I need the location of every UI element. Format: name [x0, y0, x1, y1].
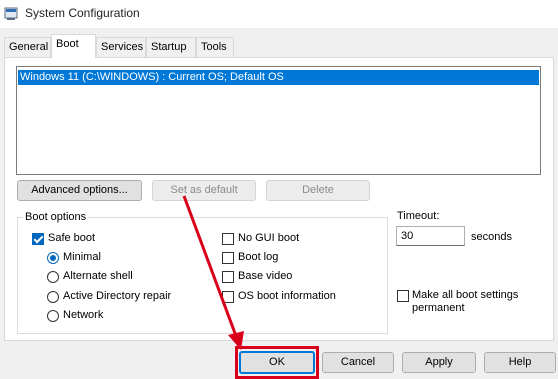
boot-log-label: Boot log	[238, 251, 279, 263]
make-permanent-label-line1: Make all boot settings	[412, 289, 519, 301]
help-button[interactable]: Help	[484, 352, 556, 373]
alternate-shell-radio[interactable]	[47, 271, 59, 283]
minimal-radio[interactable]	[47, 252, 59, 264]
no-gui-boot-checkbox[interactable]	[222, 233, 234, 245]
safe-boot-label: Safe boot	[48, 232, 96, 244]
timeout-input[interactable]: 30	[396, 226, 465, 246]
msconfig-icon	[4, 7, 18, 20]
tab-services[interactable]: Services	[96, 37, 146, 57]
tab-general[interactable]: General	[4, 37, 51, 57]
os-boot-information-checkbox[interactable]	[222, 291, 234, 303]
make-permanent-checkbox[interactable]	[397, 290, 409, 302]
make-permanent-label-line2: permanent	[412, 302, 465, 314]
alternate-shell-label: Alternate shell	[63, 270, 133, 282]
active-directory-repair-label: Active Directory repair	[63, 290, 172, 302]
annotation-highlight-box	[235, 346, 319, 379]
timeout-unit-label: seconds	[471, 231, 512, 243]
os-list-item[interactable]: Windows 11 (C:\WINDOWS) : Current OS; De…	[18, 70, 539, 85]
safe-boot-checkbox[interactable]	[32, 233, 44, 245]
tab-boot[interactable]: Boot	[51, 34, 96, 58]
minimal-label: Minimal	[63, 251, 101, 263]
os-list[interactable]: Windows 11 (C:\WINDOWS) : Current OS; De…	[16, 66, 541, 175]
no-gui-boot-label: No GUI boot	[238, 232, 300, 244]
active-directory-repair-radio[interactable]	[47, 291, 59, 303]
cancel-button[interactable]: Cancel	[322, 352, 394, 373]
network-label: Network	[63, 309, 104, 321]
set-as-default-button[interactable]: Set as default	[152, 180, 256, 201]
timeout-label: Timeout:	[397, 210, 440, 222]
network-radio[interactable]	[47, 310, 59, 322]
boot-options-label: Boot options	[23, 211, 89, 223]
boot-log-checkbox[interactable]	[222, 252, 234, 264]
window-title: System Configuration	[25, 6, 140, 20]
os-boot-information-label: OS boot information	[238, 290, 336, 302]
tab-tools[interactable]: Tools	[196, 37, 234, 57]
delete-button[interactable]: Delete	[266, 180, 370, 201]
advanced-options-button[interactable]: Advanced options...	[17, 180, 142, 201]
tab-startup[interactable]: Startup	[146, 37, 196, 57]
apply-button[interactable]: Apply	[402, 352, 476, 373]
base-video-label: Base video	[238, 270, 293, 282]
base-video-checkbox[interactable]	[222, 271, 234, 283]
